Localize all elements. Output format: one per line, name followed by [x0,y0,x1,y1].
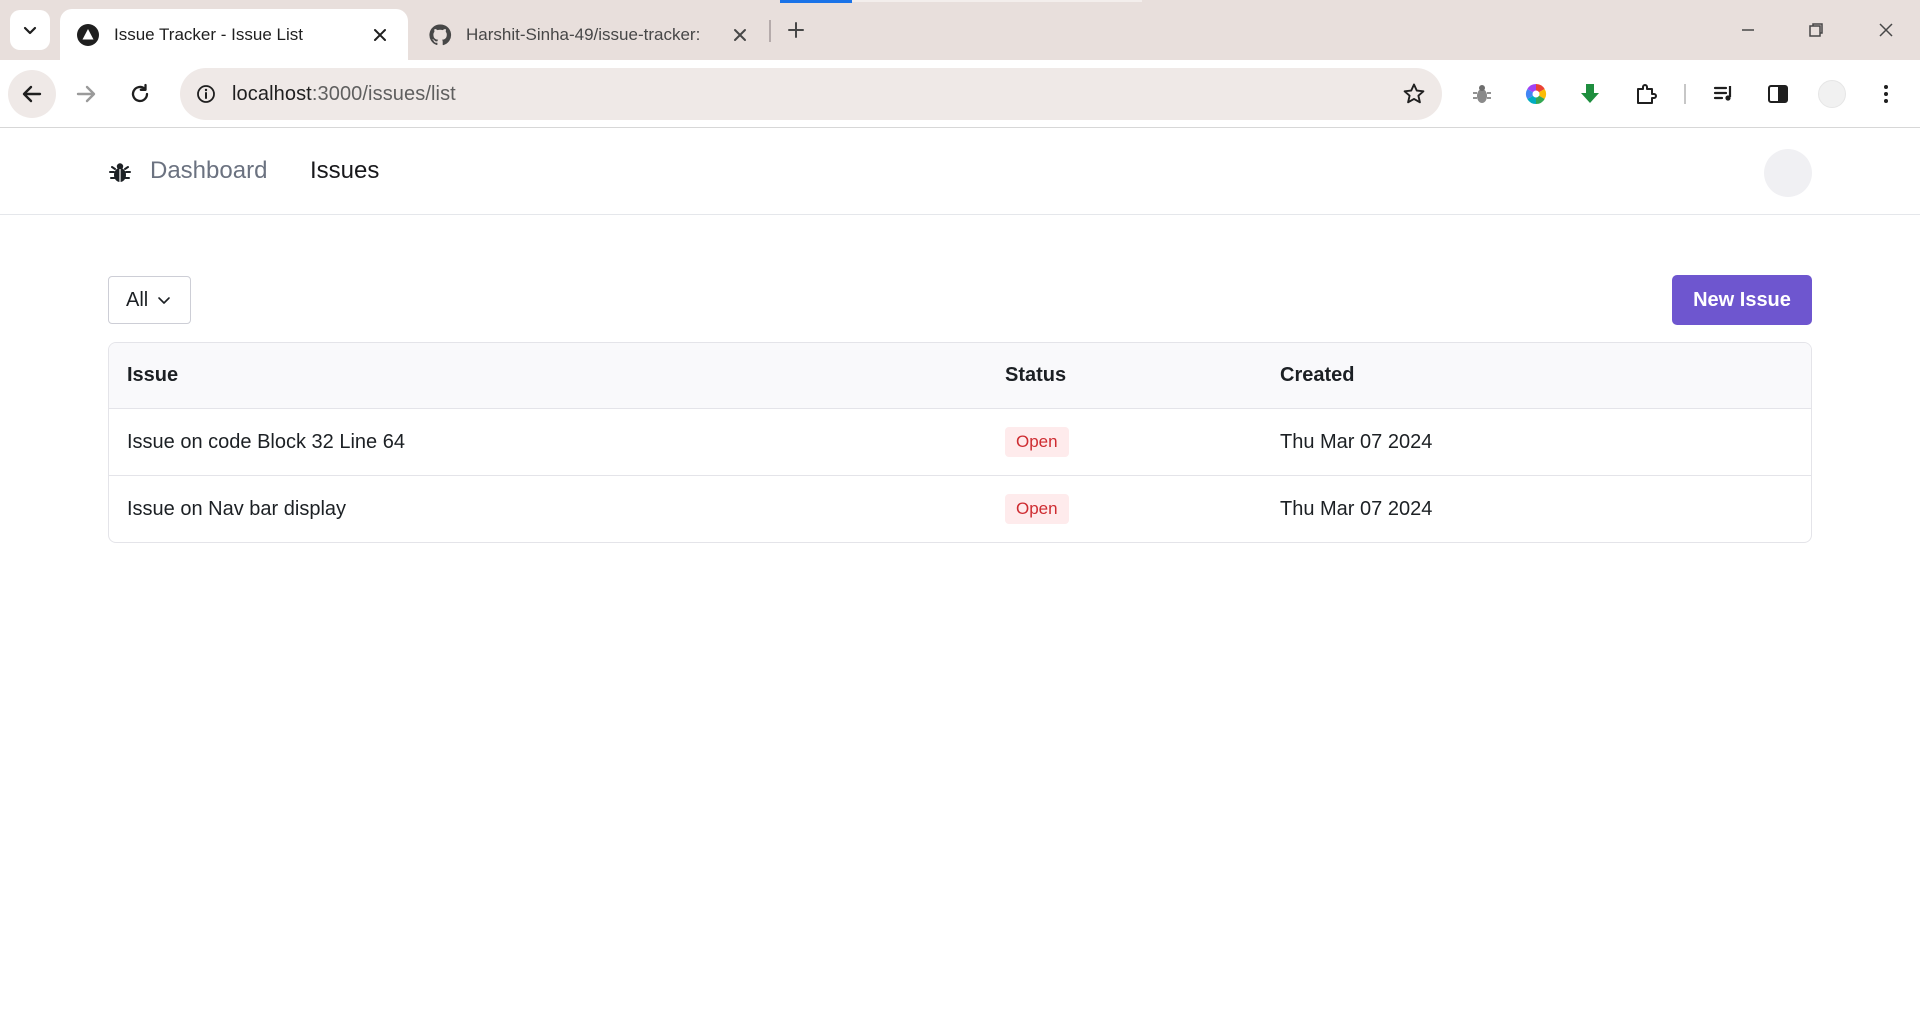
status-filter-value: All [126,288,149,311]
browser-tab-github[interactable]: Harshit-Sinha-49/issue-tracker: [412,9,768,60]
profile-avatar-icon[interactable] [1812,74,1852,114]
side-panel-icon[interactable] [1758,74,1798,114]
extensions-puzzle-icon[interactable] [1626,74,1666,114]
minimize-button[interactable] [1728,10,1768,50]
issue-title-link[interactable]: Issue on Nav bar display [109,498,1003,521]
close-icon[interactable] [728,23,752,47]
tab-search-button[interactable] [10,10,50,50]
forward-button[interactable] [62,70,110,118]
new-tab-button[interactable] [780,14,812,46]
color-wheel-extension-icon[interactable] [1516,74,1556,114]
url-text: localhost:3000/issues/list [232,83,456,106]
reload-button[interactable] [116,70,164,118]
browser-toolbar: localhost:3000/issues/list [0,60,1920,128]
toolbar-divider [1684,84,1686,104]
user-avatar[interactable] [1764,149,1812,197]
created-date: Thu Mar 07 2024 [1280,497,1433,520]
column-header-created[interactable]: Created [1278,364,1811,387]
browser-tabstrip: Issue Tracker - Issue List Harshit-Sinha… [0,0,1920,60]
status-filter-select[interactable]: All [108,276,191,324]
url-path: :3000/issues/list [311,82,456,105]
table-row: Issue on Nav bar display Open Thu Mar 07… [109,475,1811,542]
media-queue-icon[interactable] [1704,74,1744,114]
new-issue-button[interactable]: New Issue [1672,275,1812,325]
table-row: Issue on code Block 32 Line 64 Open Thu … [109,408,1811,475]
site-info-icon[interactable] [180,68,232,120]
plus-icon [788,22,804,38]
bug-logo-icon[interactable] [108,160,132,184]
window-close-button[interactable] [1866,10,1906,50]
column-header-issue[interactable]: Issue [109,364,1003,387]
more-vertical-icon[interactable] [1866,74,1906,114]
bug-extension-icon[interactable] [1462,74,1502,114]
table-header-row: Issue Status Created [109,343,1811,408]
tab-title: Issue Tracker - Issue List [114,24,303,44]
app-navbar: Dashboard Issues [0,129,1920,215]
download-arrow-icon[interactable] [1570,74,1610,114]
issue-title-link[interactable]: Issue on code Block 32 Line 64 [109,431,1003,454]
restore-button[interactable] [1796,10,1836,50]
column-header-status[interactable]: Status [1003,364,1278,387]
created-date: Thu Mar 07 2024 [1280,430,1433,453]
url-host: localhost [232,82,312,105]
loading-progress-bar [780,0,852,3]
arrow-left-icon [22,85,42,103]
loading-progress-track [852,0,1142,2]
nav-link-issues[interactable]: Issues [310,157,379,185]
address-bar[interactable]: localhost:3000/issues/list [180,68,1442,120]
status-cell: Open [1003,427,1278,457]
status-badge: Open [1005,427,1069,457]
restore-icon [1809,23,1823,37]
nav-link-dashboard[interactable]: Dashboard [150,157,267,185]
reload-icon [131,83,149,103]
tab-divider [769,20,771,42]
minimize-icon [1742,29,1754,31]
arrow-right-icon [76,85,96,103]
status-cell: Open [1003,494,1278,524]
browser-tab-active[interactable]: Issue Tracker - Issue List [60,9,408,60]
close-icon[interactable] [368,23,392,47]
github-icon [428,23,452,47]
back-button[interactable] [8,70,56,118]
status-badge: Open [1005,494,1069,524]
bookmark-star-icon[interactable] [1400,80,1428,108]
chevron-down-icon [23,26,37,35]
tab-title: Harshit-Sinha-49/issue-tracker: [466,24,701,44]
chevron-down-icon [156,292,172,308]
issues-table: Issue Status Created Issue on code Block… [108,342,1812,543]
nextjs-triangle-icon [76,23,100,47]
close-icon [1879,23,1893,37]
